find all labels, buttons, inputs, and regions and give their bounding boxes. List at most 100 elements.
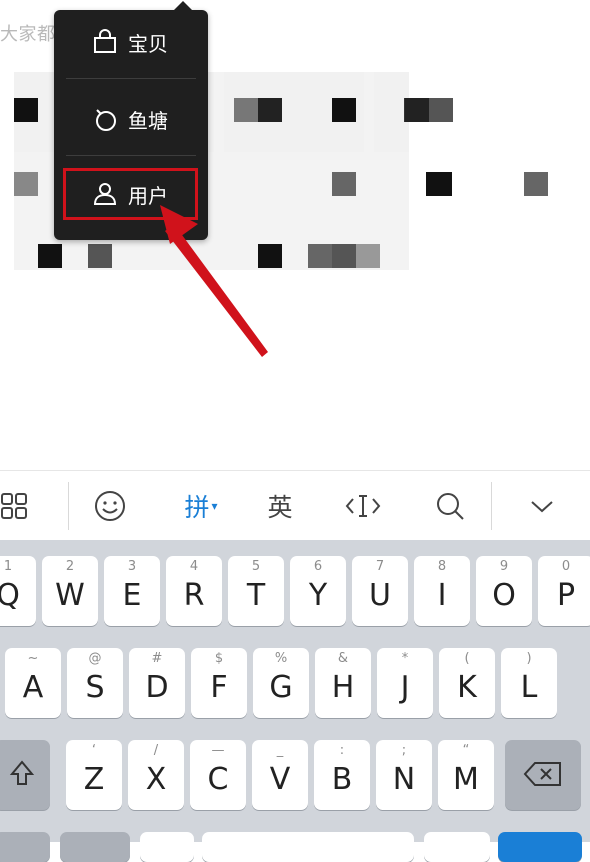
key-z[interactable]: ‘Z	[66, 740, 122, 810]
key-hint: /	[153, 743, 159, 758]
key-hint: :	[339, 743, 345, 758]
key-a[interactable]: ~ A	[5, 648, 61, 718]
search-icon[interactable]	[428, 471, 472, 541]
key-w[interactable]: 2W	[42, 556, 98, 626]
key-label: J	[400, 670, 410, 705]
key-hint: $	[214, 651, 224, 666]
key-label: I	[437, 578, 447, 613]
key-label: G	[269, 670, 293, 705]
shift-key[interactable]	[0, 740, 50, 810]
key-hint: 6	[313, 559, 323, 574]
comma-key[interactable]	[140, 832, 194, 862]
key-label: K	[457, 670, 477, 705]
key-hint: *	[401, 651, 409, 666]
key-label: F	[210, 670, 228, 705]
key-label: A	[22, 670, 44, 705]
key-label: R	[183, 578, 205, 613]
english-toggle[interactable]: 英	[258, 471, 302, 541]
key-hint: 4	[189, 559, 199, 574]
key-k[interactable]: (K	[439, 648, 495, 718]
key-hint: —	[211, 743, 225, 758]
key-m[interactable]: “M	[438, 740, 494, 810]
key-label: S	[85, 670, 105, 705]
key-label: D	[145, 670, 169, 705]
key-v[interactable]: _ V	[252, 740, 308, 810]
key-label: L	[520, 670, 538, 705]
period-key[interactable]	[424, 832, 490, 862]
key-j[interactable]: * J	[377, 648, 433, 718]
key-label: H	[331, 670, 355, 705]
key-hint: ‘	[91, 743, 97, 758]
key-h[interactable]: & H	[315, 648, 371, 718]
key-i[interactable]: 8I	[414, 556, 470, 626]
key-hint: 2	[65, 559, 75, 574]
pinyin-label: 拼	[184, 493, 210, 522]
globe-key[interactable]	[60, 832, 130, 862]
backspace-key[interactable]	[505, 740, 581, 810]
keyboard-toolbar: 拼 ▾ 英	[0, 470, 590, 541]
key-hint: #	[151, 651, 163, 666]
key-hint: _	[276, 743, 284, 758]
key-label: Z	[83, 762, 105, 797]
cursor-move-icon[interactable]	[340, 471, 386, 541]
key-label: Q	[0, 578, 20, 613]
key-y[interactable]: 6Y	[290, 556, 346, 626]
key-n[interactable]: ; N	[376, 740, 432, 810]
key-x[interactable]: / X	[128, 740, 184, 810]
key-hint: @	[88, 651, 102, 666]
key-b[interactable]: :B	[314, 740, 370, 810]
key-hint: 0	[561, 559, 571, 574]
number-key[interactable]	[0, 832, 50, 862]
key-hint: 5	[251, 559, 261, 574]
key-l[interactable]: ) L	[501, 648, 557, 718]
key-u[interactable]: 7U	[352, 556, 408, 626]
key-hint: “	[462, 743, 470, 758]
key-label: U	[369, 578, 391, 613]
dropdown-caret-icon: ▾	[211, 499, 218, 513]
key-hint: )	[526, 651, 532, 666]
toolbar-separator	[491, 482, 492, 530]
key-label: T	[246, 578, 266, 613]
grid-icon[interactable]	[0, 471, 32, 541]
emoji-icon[interactable]	[88, 471, 132, 541]
space-key[interactable]	[202, 832, 414, 862]
pinyin-toggle[interactable]: 拼 ▾	[172, 471, 230, 541]
key-label: N	[392, 762, 416, 797]
key-s[interactable]: @ S	[67, 648, 123, 718]
key-label: P	[556, 578, 576, 613]
key-t[interactable]: 5T	[228, 556, 284, 626]
key-hint: ;	[401, 743, 407, 758]
key-r[interactable]: 4R	[166, 556, 222, 626]
backspace-icon	[505, 760, 581, 792]
key-label: X	[145, 762, 167, 797]
key-label: E	[122, 578, 142, 613]
key-label: W	[55, 578, 85, 613]
key-label: C	[207, 762, 229, 797]
key-hint: 3	[127, 559, 137, 574]
key-hint: 1	[3, 559, 13, 574]
key-hint: 7	[375, 559, 385, 574]
toolbar-separator	[68, 482, 69, 530]
key-label: O	[492, 578, 516, 613]
key-hint: ~	[27, 651, 39, 666]
search-key[interactable]	[498, 832, 582, 862]
key-label: Y	[308, 578, 328, 613]
english-label: 英	[267, 493, 293, 522]
key-c[interactable]: — C	[190, 740, 246, 810]
key-hint: &	[337, 651, 349, 666]
key-e[interactable]: 3E	[104, 556, 160, 626]
key-label: V	[269, 762, 291, 797]
key-hint: (	[464, 651, 470, 666]
shift-icon	[0, 758, 50, 792]
key-o[interactable]: 9O	[476, 556, 532, 626]
key-f[interactable]: $ F	[191, 648, 247, 718]
key-q[interactable]: 1Q	[0, 556, 36, 626]
key-label: M	[453, 762, 479, 797]
key-p[interactable]: 0P	[538, 556, 590, 626]
key-d[interactable]: # D	[129, 648, 185, 718]
chevron-down-icon[interactable]	[520, 471, 564, 541]
key-hint: 9	[499, 559, 509, 574]
key-label: B	[331, 762, 353, 797]
key-g[interactable]: % G	[253, 648, 309, 718]
key-hint: %	[274, 651, 288, 666]
